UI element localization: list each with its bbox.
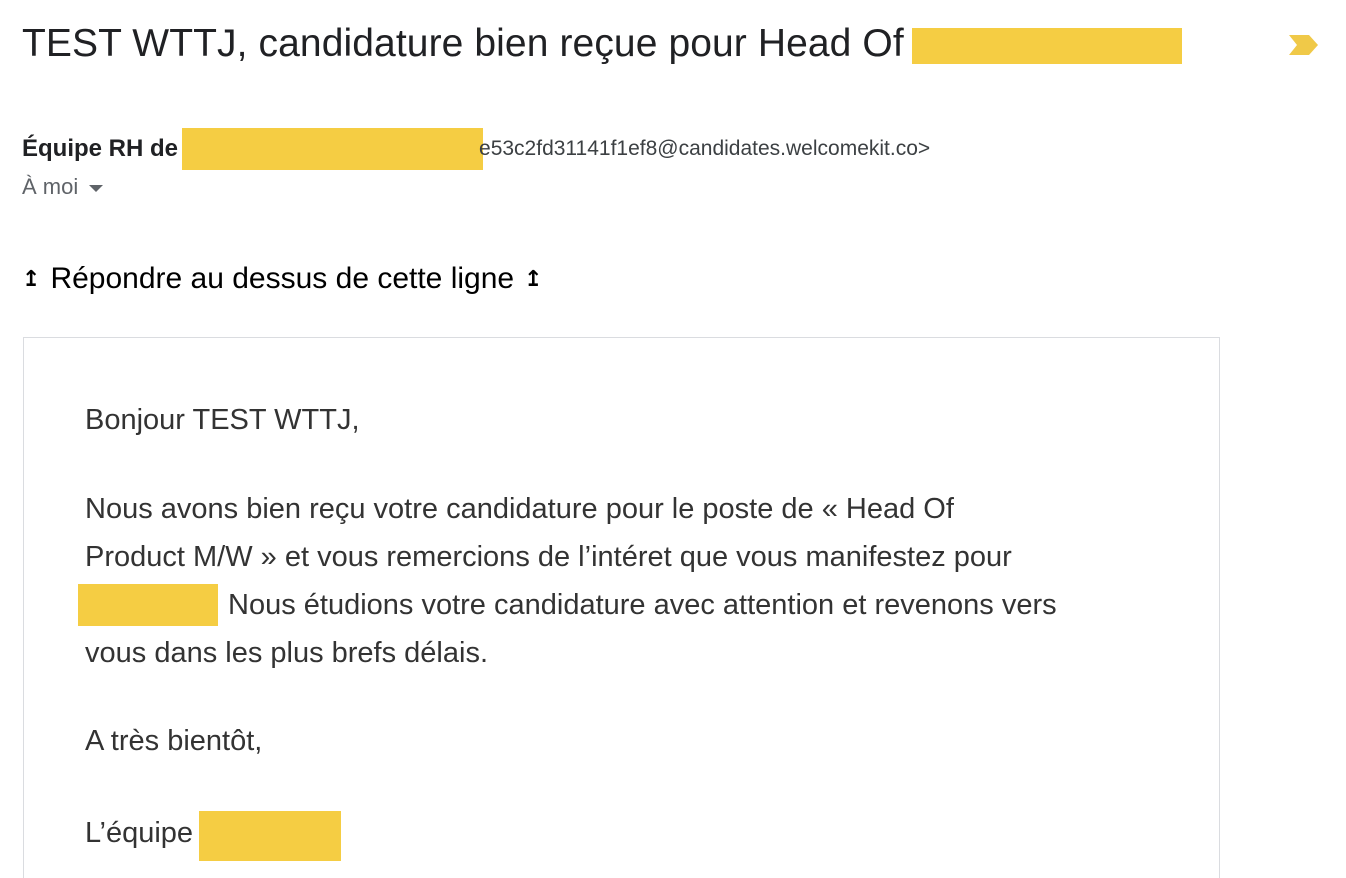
body-paragraph-line: vous dans les plus brefs délais. — [85, 637, 488, 669]
reply-marker-text: Répondre au dessus de cette ligne — [50, 262, 515, 295]
signature: L’équipe — [85, 805, 342, 861]
recipient-label: À moi — [22, 174, 79, 199]
subject-text: TEST WTTJ, candidature bien reçue pour H… — [22, 22, 904, 65]
importance-marker-icon[interactable] — [1287, 33, 1320, 57]
sender-name: Équipe RH de — [22, 135, 179, 162]
reply-marker-line: ↥ Répondre au dessus de cette ligne ↥ — [22, 258, 543, 300]
redacted-block — [182, 128, 484, 170]
body-paragraph-line: Nous étudions votre candidature avec att… — [78, 581, 1057, 629]
recipient-details-toggle[interactable]: À moi — [22, 172, 104, 202]
greeting: Bonjour TEST WTTJ, — [85, 404, 360, 436]
email-subject: TEST WTTJ, candidature bien reçue pour H… — [22, 16, 1182, 72]
redacted-block — [78, 584, 218, 626]
redacted-block — [199, 811, 342, 861]
redacted-block — [911, 28, 1182, 64]
sender-row: Équipe RH de e53c2fd31141f1ef8@candidate… — [22, 128, 930, 170]
signature-text: L’équipe — [85, 817, 194, 849]
arrow-up-bar-icon: ↥ — [22, 266, 41, 292]
chevron-down-icon[interactable] — [89, 185, 104, 192]
sender-email: e53c2fd31141f1ef8@candidates.welcomekit.… — [479, 137, 931, 160]
body-paragraph-line: Nous avons bien reçu votre candidature p… — [85, 493, 954, 525]
body-paragraph-text: Nous étudions votre candidature avec att… — [228, 589, 1057, 621]
closing: A très bientôt, — [85, 725, 263, 757]
body-paragraph-line: Product M/W » et vous remercions de l’in… — [85, 541, 1012, 573]
arrow-up-bar-icon: ↥ — [524, 266, 543, 292]
